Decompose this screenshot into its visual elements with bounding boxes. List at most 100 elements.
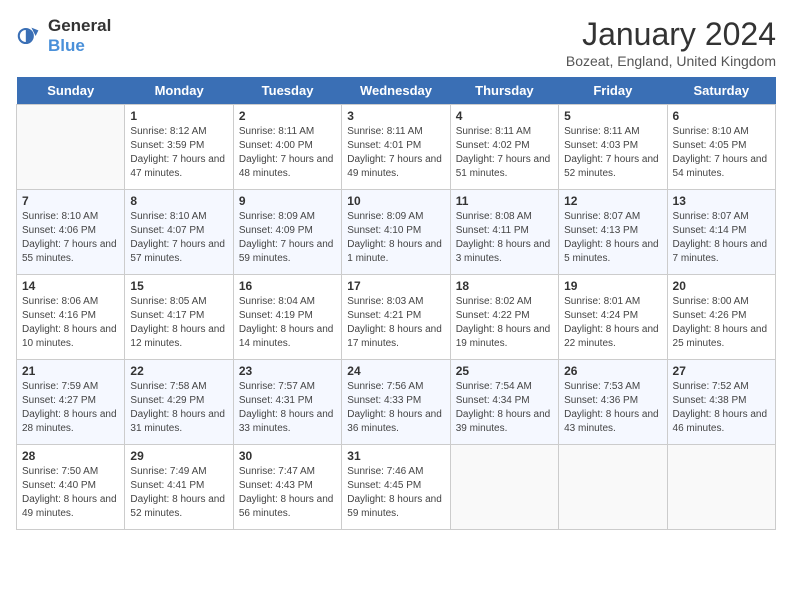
day-info: Sunrise: 7:58 AMSunset: 4:29 PMDaylight:… [130,380,227,436]
table-row [450,445,558,530]
day-info: Sunrise: 8:07 AMSunset: 4:14 PMDaylight:… [673,210,770,266]
col-thursday: Thursday [450,77,558,105]
day-number: 1 [130,109,227,123]
day-number: 3 [347,109,444,123]
calendar-week-row: 1 Sunrise: 8:12 AMSunset: 3:59 PMDaylight… [17,105,776,190]
day-info: Sunrise: 8:09 AMSunset: 4:09 PMDaylight:… [239,210,336,266]
table-row: 24Sunrise: 7:56 AMSunset: 4:33 PMDayligh… [342,360,450,445]
day-info: Sunrise: 8:11 AMSunset: 4:01 PMDaylight:… [347,125,444,181]
table-row: 17Sunrise: 8:03 AMSunset: 4:21 PMDayligh… [342,275,450,360]
table-row: 12 Sunrise: 8:07 AMSunset: 4:13 PMDayligh… [559,190,667,275]
calendar-week-row: 28Sunrise: 7:50 AMSunset: 4:40 PMDayligh… [17,445,776,530]
table-row: 29 Sunrise: 7:49 AMSunset: 4:41 PMDayligh… [125,445,233,530]
day-info: Sunrise: 7:52 AMSunset: 4:38 PMDaylight:… [673,380,770,436]
table-row: 16Sunrise: 8:04 AMSunset: 4:19 PMDayligh… [233,275,341,360]
col-sunday: Sunday [17,77,125,105]
day-info: Sunrise: 8:00 AMSunset: 4:26 PMDaylight:… [673,295,770,351]
day-number: 12 [564,194,661,208]
day-number: 19 [564,279,661,293]
day-info: Sunrise: 8:11 AMSunset: 4:00 PMDaylight:… [239,125,336,181]
day-info: Sunrise: 7:49 AMSunset: 4:41 PMDaylight:… [130,465,227,521]
col-friday: Friday [559,77,667,105]
table-row: 22 Sunrise: 7:58 AMSunset: 4:29 PMDayligh… [125,360,233,445]
logo-icon [16,22,44,50]
table-row: 28Sunrise: 7:50 AMSunset: 4:40 PMDayligh… [17,445,125,530]
calendar-week-row: 21Sunrise: 7:59 AMSunset: 4:27 PMDayligh… [17,360,776,445]
day-info: Sunrise: 7:57 AMSunset: 4:31 PMDaylight:… [239,380,336,436]
calendar-header-row: Sunday Monday Tuesday Wednesday Thursday… [17,77,776,105]
day-info: Sunrise: 8:10 AMSunset: 4:05 PMDaylight:… [673,125,770,181]
table-row: 19 Sunrise: 8:01 AMSunset: 4:24 PMDayligh… [559,275,667,360]
day-number: 5 [564,109,661,123]
day-number: 24 [347,364,444,378]
col-saturday: Saturday [667,77,775,105]
calendar-table: Sunday Monday Tuesday Wednesday Thursday… [16,77,776,530]
logo-text: General Blue [48,16,111,56]
table-row: 21Sunrise: 7:59 AMSunset: 4:27 PMDayligh… [17,360,125,445]
calendar-subtitle: Bozeat, England, United Kingdom [566,53,776,69]
day-number: 6 [673,109,770,123]
day-number: 13 [673,194,770,208]
day-info: Sunrise: 7:46 AMSunset: 4:45 PMDaylight:… [347,465,444,521]
day-number: 31 [347,449,444,463]
day-info: Sunrise: 7:59 AMSunset: 4:27 PMDaylight:… [22,380,119,436]
day-number: 9 [239,194,336,208]
day-number: 8 [130,194,227,208]
day-info: Sunrise: 8:04 AMSunset: 4:19 PMDaylight:… [239,295,336,351]
table-row [667,445,775,530]
table-row: 7Sunrise: 8:10 AMSunset: 4:06 PMDaylight… [17,190,125,275]
table-row [17,105,125,190]
table-row: 11Sunrise: 8:08 AMSunset: 4:11 PMDayligh… [450,190,558,275]
day-info: Sunrise: 8:08 AMSunset: 4:11 PMDaylight:… [456,210,553,266]
day-info: Sunrise: 8:07 AMSunset: 4:13 PMDaylight:… [564,210,661,266]
day-number: 10 [347,194,444,208]
day-number: 22 [130,364,227,378]
table-row: 6 Sunrise: 8:10 AMSunset: 4:05 PMDaylight… [667,105,775,190]
day-number: 2 [239,109,336,123]
table-row: 5 Sunrise: 8:11 AMSunset: 4:03 PMDaylight… [559,105,667,190]
day-info: Sunrise: 8:10 AMSunset: 4:07 PMDaylight:… [130,210,227,266]
day-number: 17 [347,279,444,293]
table-row: 25Sunrise: 7:54 AMSunset: 4:34 PMDayligh… [450,360,558,445]
table-row: 1 Sunrise: 8:12 AMSunset: 3:59 PMDaylight… [125,105,233,190]
calendar-title: January 2024 [566,16,776,53]
calendar-week-row: 14 Sunrise: 8:06 AMSunset: 4:16 PMDayligh… [17,275,776,360]
table-row: 27 Sunrise: 7:52 AMSunset: 4:38 PMDayligh… [667,360,775,445]
day-info: Sunrise: 8:02 AMSunset: 4:22 PMDaylight:… [456,295,553,351]
table-row: 13 Sunrise: 8:07 AMSunset: 4:14 PMDayligh… [667,190,775,275]
table-row [559,445,667,530]
calendar-week-row: 7Sunrise: 8:10 AMSunset: 4:06 PMDaylight… [17,190,776,275]
table-row: 20Sunrise: 8:00 AMSunset: 4:26 PMDayligh… [667,275,775,360]
day-number: 30 [239,449,336,463]
day-info: Sunrise: 8:09 AMSunset: 4:10 PMDaylight:… [347,210,444,266]
table-row: 10 Sunrise: 8:09 AMSunset: 4:10 PMDayligh… [342,190,450,275]
table-row: 9 Sunrise: 8:09 AMSunset: 4:09 PMDaylight… [233,190,341,275]
table-row: 2 Sunrise: 8:11 AMSunset: 4:00 PMDaylight… [233,105,341,190]
table-row: 4 Sunrise: 8:11 AMSunset: 4:02 PMDaylight… [450,105,558,190]
day-info: Sunrise: 8:05 AMSunset: 4:17 PMDaylight:… [130,295,227,351]
table-row: 3 Sunrise: 8:11 AMSunset: 4:01 PMDaylight… [342,105,450,190]
col-wednesday: Wednesday [342,77,450,105]
table-row: 31 Sunrise: 7:46 AMSunset: 4:45 PMDayligh… [342,445,450,530]
col-tuesday: Tuesday [233,77,341,105]
table-row: 26Sunrise: 7:53 AMSunset: 4:36 PMDayligh… [559,360,667,445]
logo: General Blue [16,16,111,56]
day-number: 23 [239,364,336,378]
day-info: Sunrise: 8:11 AMSunset: 4:02 PMDaylight:… [456,125,553,181]
day-info: Sunrise: 8:01 AMSunset: 4:24 PMDaylight:… [564,295,661,351]
table-row: 15 Sunrise: 8:05 AMSunset: 4:17 PMDayligh… [125,275,233,360]
day-info: Sunrise: 8:11 AMSunset: 4:03 PMDaylight:… [564,125,661,181]
day-info: Sunrise: 8:12 AMSunset: 3:59 PMDaylight:… [130,125,227,181]
table-row: 18Sunrise: 8:02 AMSunset: 4:22 PMDayligh… [450,275,558,360]
day-number: 4 [456,109,553,123]
day-number: 27 [673,364,770,378]
day-info: Sunrise: 7:50 AMSunset: 4:40 PMDaylight:… [22,465,119,521]
day-info: Sunrise: 7:54 AMSunset: 4:34 PMDaylight:… [456,380,553,436]
day-number: 29 [130,449,227,463]
day-info: Sunrise: 8:06 AMSunset: 4:16 PMDaylight:… [22,295,119,351]
table-row: 23 Sunrise: 7:57 AMSunset: 4:31 PMDayligh… [233,360,341,445]
day-number: 14 [22,279,119,293]
day-info: Sunrise: 8:10 AMSunset: 4:06 PMDaylight:… [22,210,119,266]
day-number: 15 [130,279,227,293]
table-row: 30Sunrise: 7:47 AMSunset: 4:43 PMDayligh… [233,445,341,530]
